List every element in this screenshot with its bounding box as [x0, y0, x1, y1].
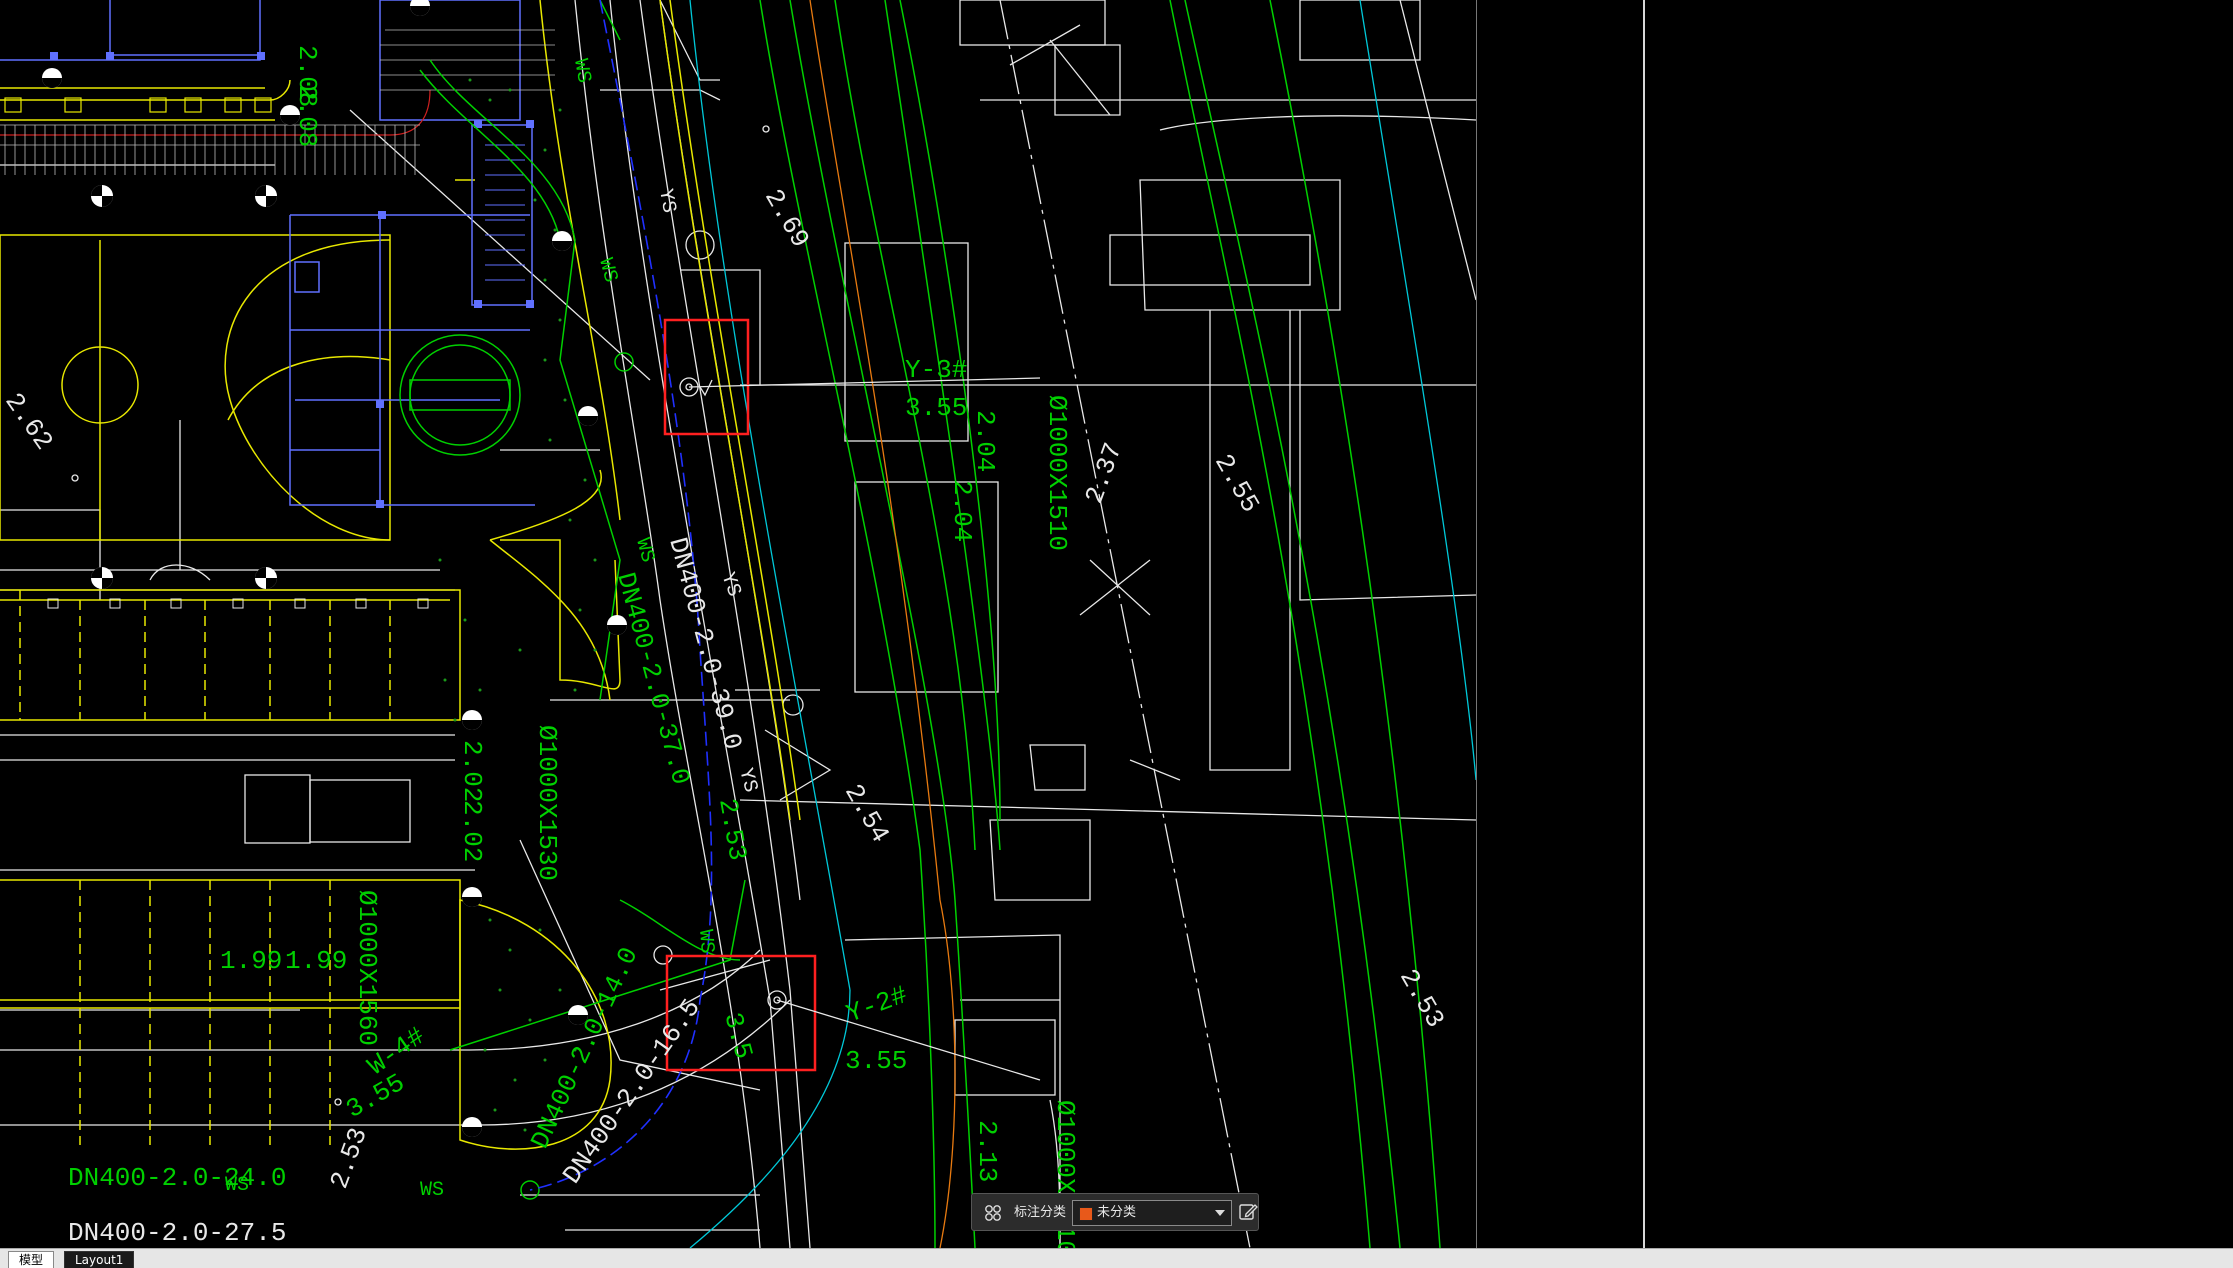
elev-label: 2.08: [292, 85, 322, 147]
cad-app: 2.08 2.08 2.69 2.62 DN400-2.0-39.0 DN400…: [0, 0, 2233, 1268]
elev-label: 2.04: [970, 410, 1000, 472]
ws-label: WS: [420, 1179, 444, 1202]
size-label: Ø1000X1560: [352, 890, 382, 1046]
manhole-elev: 3.55: [905, 393, 967, 423]
elev-label: 1.99: [285, 946, 347, 976]
chevron-down-icon[interactable]: [1215, 1210, 1225, 1216]
edit-icon[interactable]: [1238, 1202, 1258, 1222]
elev-label: 2.02: [457, 740, 487, 802]
elev-label: 1.99: [220, 946, 282, 976]
category-color-swatch: [1079, 1207, 1093, 1221]
layout-tab-bar: 模型 Layout1: [0, 1248, 2233, 1268]
pipe-label: DN400-2.0-27.5: [68, 1218, 286, 1248]
annotation-category-label: 标注分类: [1014, 1205, 1067, 1220]
tab-layout1[interactable]: Layout1: [64, 1251, 135, 1268]
elev-label: 2.04: [947, 480, 977, 542]
elev-label: 2.02: [457, 800, 487, 862]
manhole-label: Y-3#: [905, 355, 967, 385]
tab-model[interactable]: 模型: [8, 1251, 55, 1268]
ws-label: WS: [568, 57, 595, 85]
ws-label: WS: [693, 929, 718, 955]
drawing-canvas[interactable]: 2.08 2.08 2.69 2.62 DN400-2.0-39.0 DN400…: [0, 0, 2233, 1268]
annotation-category-select[interactable]: 未分类: [1072, 1200, 1232, 1226]
viewport-edge: [1476, 0, 1477, 1248]
size-label: Ø1000X1530: [532, 725, 562, 881]
ws-label: WS: [225, 1174, 249, 1197]
manhole-elev: 3.55: [845, 1046, 907, 1076]
panel-divider[interactable]: [1643, 0, 1645, 1248]
annotation-toolbar: 标注分类 未分类: [971, 1193, 1259, 1231]
annotation-category-value: 未分类: [1097, 1205, 1137, 1220]
size-label: Ø1000X1510: [1042, 395, 1072, 551]
size-label: Ø1000X1510: [1050, 1100, 1080, 1256]
grid-icon[interactable]: [984, 1204, 1002, 1222]
ys-label: YS: [653, 187, 680, 215]
elev-label: 2.13: [972, 1120, 1002, 1182]
pipe-label: DN400-2.0-24.0: [68, 1163, 286, 1193]
